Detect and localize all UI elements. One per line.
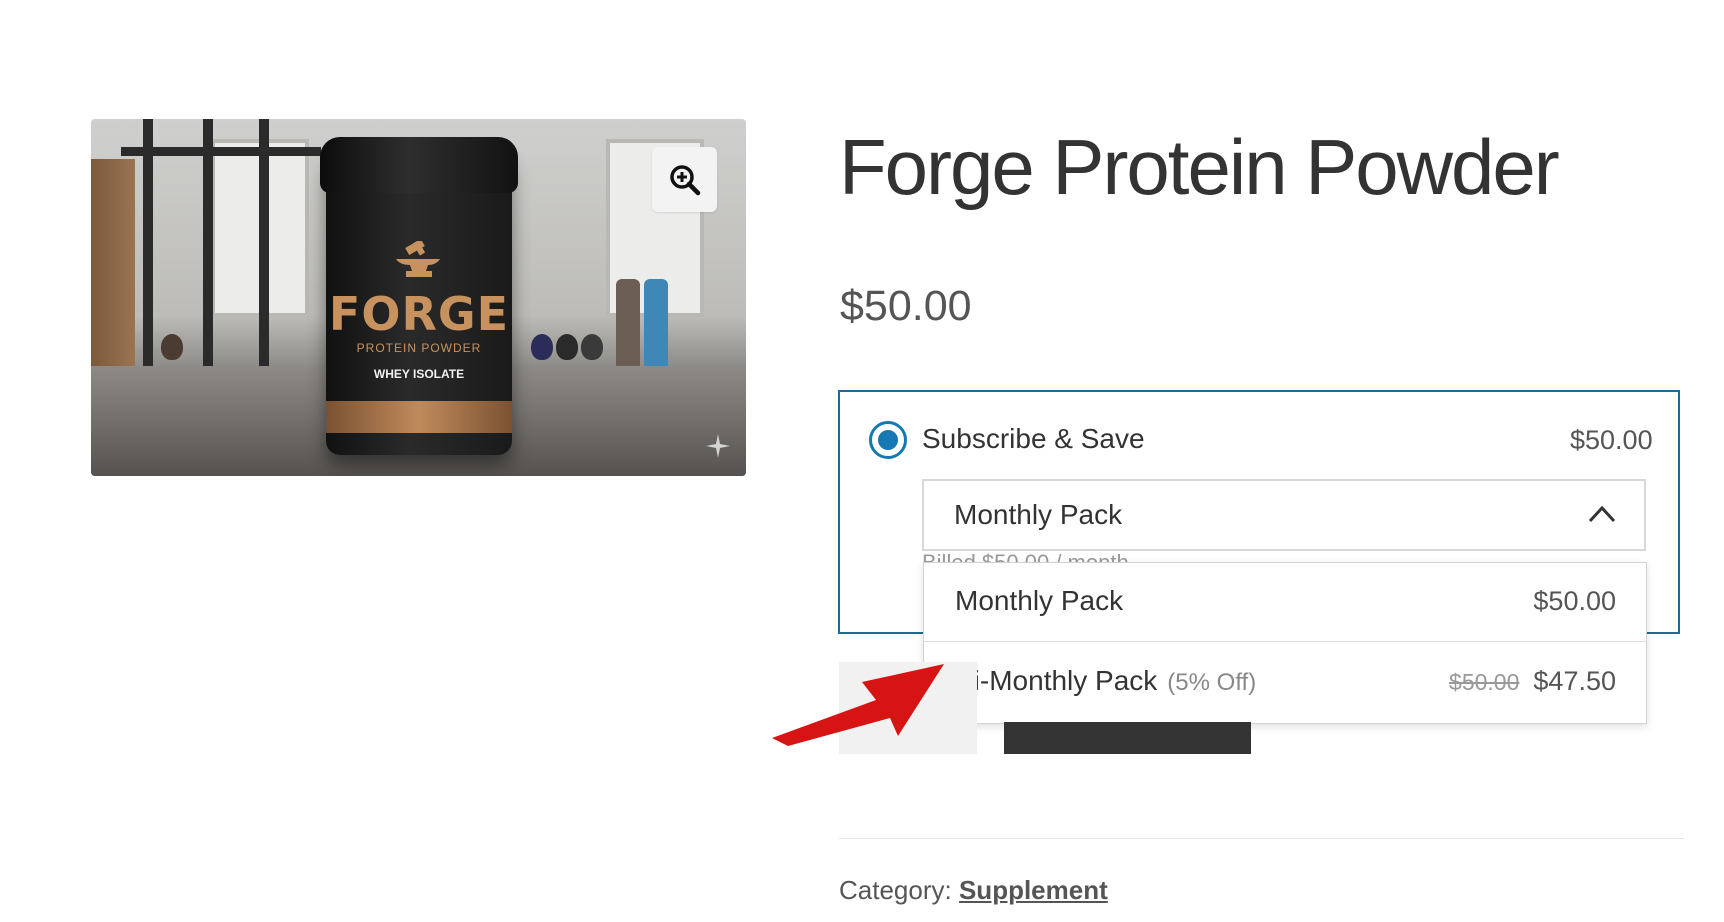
dropdown-option-label: Monthly Pack bbox=[955, 585, 1124, 616]
sparkle-icon bbox=[706, 434, 730, 458]
add-to-cart-button[interactable] bbox=[1004, 722, 1251, 754]
radio-checked-dot bbox=[878, 430, 898, 450]
product-image[interactable]: FORGE PROTEIN POWDER WHEY ISOLATE bbox=[91, 119, 746, 476]
product-category: Category: Supplement bbox=[839, 875, 1108, 906]
kettlebell bbox=[556, 334, 578, 360]
new-price: $47.50 bbox=[1533, 666, 1616, 696]
exercise-mat bbox=[616, 279, 640, 379]
category-link[interactable]: Supplement bbox=[959, 875, 1108, 905]
plan-select-value: Monthly Pack bbox=[954, 499, 1123, 530]
plan-select[interactable]: Monthly Pack bbox=[922, 479, 1646, 551]
rack-bar bbox=[121, 147, 321, 156]
product-price: $50.00 bbox=[840, 282, 972, 330]
chevron-up-icon bbox=[1588, 505, 1616, 523]
tub-band bbox=[326, 401, 512, 433]
discount-badge: (5% Off) bbox=[1167, 669, 1257, 696]
plan-dropdown: Monthly Pack $50.00 Bi-Monthly Pack (5% O… bbox=[923, 562, 1647, 724]
tub-subtitle: PROTEIN POWDER bbox=[356, 341, 482, 355]
dropdown-option-price: $50.00 bbox=[1533, 586, 1616, 616]
rack-post bbox=[203, 119, 213, 379]
rack-post bbox=[259, 119, 269, 379]
exercise-mat bbox=[644, 279, 668, 379]
wood-wall bbox=[91, 159, 135, 379]
product-title: Forge Protein Powder bbox=[839, 123, 1560, 211]
zoom-in-icon bbox=[669, 164, 700, 195]
dropdown-option-label: Bi-Monthly Pack (5% Off) bbox=[955, 665, 1257, 696]
dropdown-option-price: $50.00 $47.50 bbox=[1449, 666, 1616, 697]
tub-lid bbox=[320, 137, 518, 193]
dropdown-option-bimonthly[interactable]: Bi-Monthly Pack (5% Off) $50.00 $47.50 bbox=[924, 643, 1646, 722]
kettlebell bbox=[161, 334, 183, 360]
kettlebell bbox=[531, 334, 553, 360]
category-label: Category: bbox=[839, 875, 952, 905]
protein-tub: FORGE PROTEIN POWDER WHEY ISOLATE bbox=[320, 137, 518, 455]
anvil-logo-icon bbox=[396, 241, 440, 277]
subscribe-price: $50.00 bbox=[1570, 425, 1653, 455]
rack-post bbox=[143, 119, 153, 379]
zoom-button[interactable] bbox=[652, 147, 717, 212]
dropdown-option-monthly[interactable]: Monthly Pack $50.00 bbox=[924, 563, 1646, 642]
old-price: $50.00 bbox=[1449, 669, 1520, 695]
billed-note: Billed $50.00 / month bbox=[922, 550, 1222, 562]
divider bbox=[839, 838, 1684, 839]
subscribe-radio[interactable] bbox=[869, 421, 907, 459]
annotation-arrow-icon bbox=[772, 664, 944, 746]
kettlebell bbox=[581, 334, 603, 360]
subscribe-label[interactable]: Subscribe & Save bbox=[922, 423, 1145, 455]
tub-brand: FORGE bbox=[328, 287, 510, 341]
tub-type: WHEY ISOLATE bbox=[373, 367, 465, 381]
